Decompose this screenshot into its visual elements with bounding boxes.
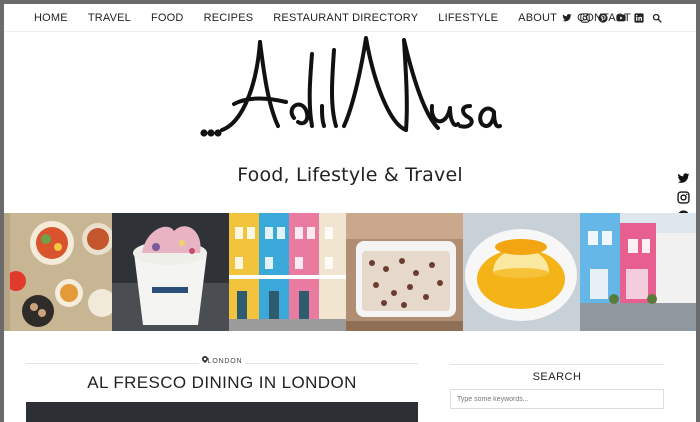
page: HOME TRAVEL FOOD RECIPES RESTAURANT DIRE… (4, 4, 696, 422)
linkedin-icon[interactable] (634, 13, 644, 23)
search-widget-title: SEARCH (532, 371, 582, 383)
nav-social-icons (562, 4, 662, 32)
gallery-photo-ice-cream[interactable] (112, 213, 229, 331)
youtube-icon[interactable] (616, 13, 626, 23)
latest-post: LONDON AL FRESCO DINING IN LONDON (26, 356, 418, 393)
nav-lifestyle[interactable]: LIFESTYLE (438, 12, 498, 24)
instagram-icon[interactable] (677, 191, 690, 204)
nav-food[interactable]: FOOD (151, 12, 184, 24)
gallery-photo-food-spread[interactable] (4, 213, 112, 331)
gallery-photo-mews-street[interactable] (580, 213, 696, 331)
instagram-icon[interactable] (580, 13, 590, 23)
post-title[interactable]: AL FRESCO DINING IN LONDON (26, 373, 418, 393)
post-category[interactable]: LONDON (26, 356, 418, 365)
pinterest-icon[interactable] (598, 13, 608, 23)
nav-travel[interactable]: TRAVEL (88, 12, 131, 24)
site-logo[interactable] (194, 34, 504, 152)
twitter-icon[interactable] (562, 13, 572, 23)
top-navigation: HOME TRAVEL FOOD RECIPES RESTAURANT DIRE… (4, 4, 696, 32)
post-featured-image[interactable] (26, 402, 418, 422)
widget-divider (450, 364, 664, 365)
nav-home[interactable]: HOME (34, 12, 68, 24)
site-tagline: Food, Lifestyle & Travel (237, 164, 463, 186)
nav-recipes[interactable]: RECIPES (204, 12, 254, 24)
post-category-label: LONDON (207, 358, 243, 365)
search-widget: SEARCH (450, 364, 664, 409)
nav-about[interactable]: ABOUT (518, 12, 557, 24)
gallery-photo-colourful-houses[interactable] (229, 213, 346, 331)
main-menu: HOME TRAVEL FOOD RECIPES RESTAURANT DIRE… (34, 4, 651, 32)
twitter-icon[interactable] (677, 172, 690, 185)
search-input[interactable] (450, 389, 664, 409)
gallery-photo-flan[interactable] (463, 213, 580, 331)
search-icon[interactable] (652, 13, 662, 23)
instagram-gallery (4, 213, 696, 331)
gallery-photo-baking-tray[interactable] (346, 213, 463, 331)
nav-restaurant-directory[interactable]: RESTAURANT DIRECTORY (273, 12, 418, 24)
